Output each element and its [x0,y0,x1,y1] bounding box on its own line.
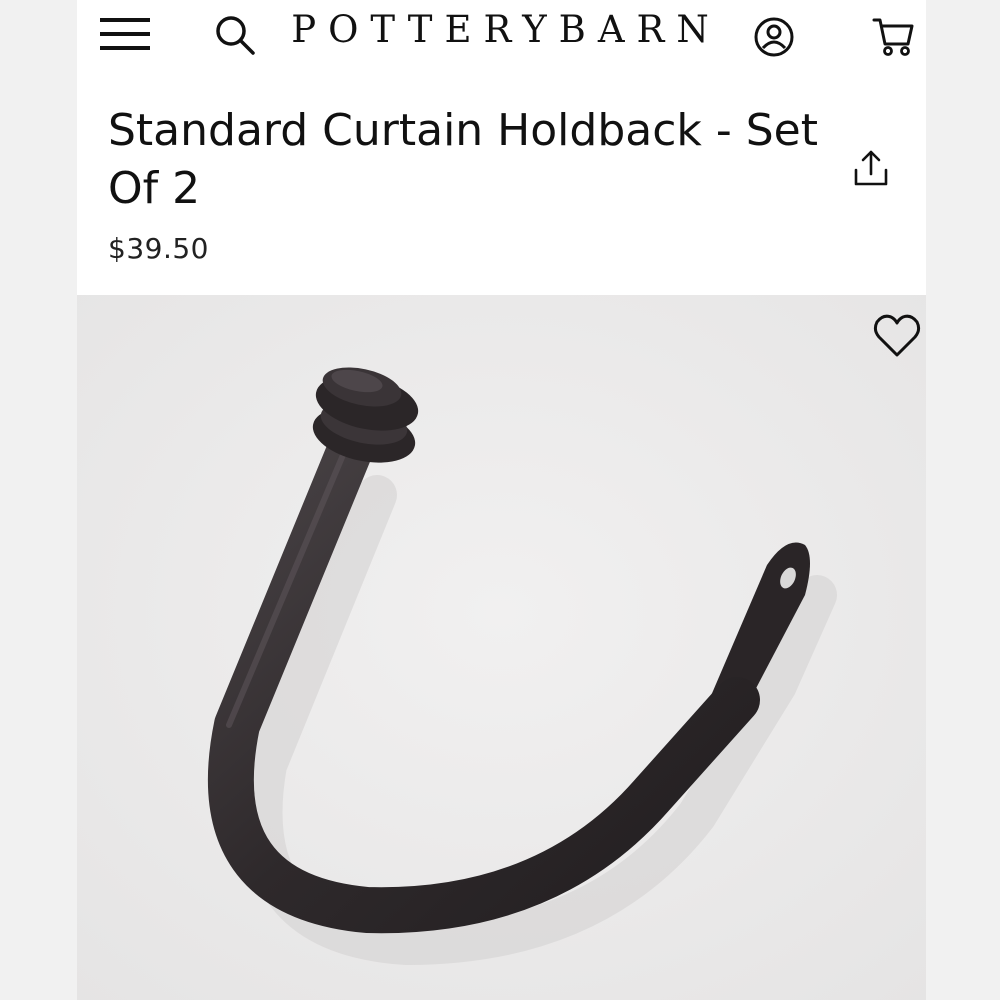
share-button[interactable] [848,146,894,192]
account-button[interactable] [752,14,796,60]
product-page: POTTERYBARN Standard Curtain Holdback - … [0,0,1000,1000]
heart-icon [873,314,921,357]
product-image[interactable] [77,295,926,1000]
brand-logo[interactable]: POTTERYBARN [0,8,1000,51]
share-icon [854,150,888,186]
account-icon [754,17,794,57]
holdback-hook-image [77,295,926,1000]
product-price: $39.50 [108,232,209,265]
cart-button[interactable] [870,14,916,58]
product-title: Standard Curtain Holdback - Set Of 2 [108,105,818,214]
site-header: POTTERYBARN [0,0,1000,80]
favorite-button[interactable] [871,310,923,362]
cart-icon [872,18,914,56]
